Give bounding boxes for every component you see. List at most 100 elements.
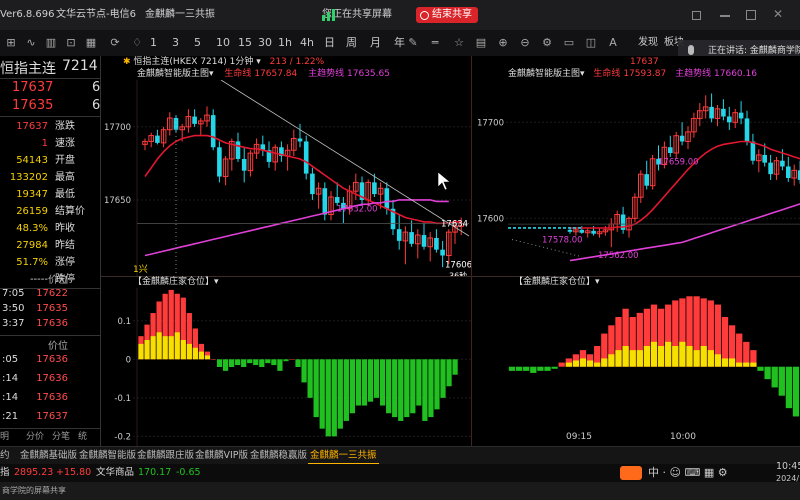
maximize-icon[interactable]: [746, 10, 756, 20]
zoom-out-icon[interactable]: ⊖: [518, 36, 532, 50]
template-tab[interactable]: 金麒麟一三共振: [308, 447, 379, 465]
minimize-icon[interactable]: [720, 15, 730, 17]
line-chart-icon[interactable]: ∿: [24, 36, 38, 50]
ask-price: 17635: [12, 98, 54, 113]
crosshair-icon[interactable]: ⊞: [4, 36, 18, 50]
y-tick-label: 17600: [477, 214, 504, 224]
chart-type-icon[interactable]: ▭: [562, 36, 576, 50]
quote-row: 51.7% 涨停: [0, 254, 100, 271]
position-bar: [537, 366, 544, 371]
detail-tab[interactable]: 统: [78, 429, 87, 445]
period-button-11[interactable]: 年: [394, 36, 405, 50]
text-size-icon[interactable]: A: [606, 36, 620, 50]
horizontal-line-icon[interactable]: ═: [428, 36, 442, 50]
position-bar-core: [601, 358, 608, 367]
position-bar: [515, 366, 523, 371]
position-bar-chart-2[interactable]: [472, 288, 800, 433]
quote-value: 1: [41, 138, 48, 149]
detail-tab[interactable]: 分笔: [52, 429, 70, 445]
candle-body: [155, 135, 160, 143]
bell-icon[interactable]: ♢: [130, 36, 144, 50]
period-button-0[interactable]: 1: [150, 36, 157, 50]
candle-chart-icon[interactable]: ▥: [44, 36, 58, 50]
share-banner-text: 商学院的屏幕共享: [2, 486, 66, 495]
position-bar-core: [572, 360, 580, 367]
period-button-2[interactable]: 5: [194, 36, 201, 50]
detail-tab[interactable]: 分价: [26, 429, 44, 445]
ime-icon[interactable]: [620, 466, 642, 480]
tick-price: 17636: [36, 318, 68, 329]
tick-time: :14: [2, 392, 19, 403]
position-bar-core: [650, 341, 658, 367]
drawing-tool-icon[interactable]: ✎: [406, 36, 420, 50]
template-tab[interactable]: 金麒麟稳赢版: [250, 447, 307, 465]
position-bar-core: [622, 346, 629, 367]
price-label: 17634: [441, 219, 468, 229]
period-button-6[interactable]: 1h: [278, 36, 292, 50]
candle-body: [727, 116, 732, 123]
position-bar: [325, 359, 331, 437]
period-button-10[interactable]: 月: [370, 36, 381, 50]
fit-icon[interactable]: ⊕: [496, 36, 510, 50]
candle-body: [709, 106, 714, 119]
power-icon: [420, 10, 429, 20]
position-bar-core: [156, 332, 162, 360]
candle-body: [396, 229, 402, 241]
period-button-1[interactable]: 3: [172, 36, 179, 50]
bid-price: 17637: [12, 80, 54, 95]
period-button-7[interactable]: 4h: [300, 36, 314, 50]
position-bar-core: [693, 350, 700, 367]
candlestick-chart-1[interactable]: 1770017650176341760636秒17632.00: [101, 80, 471, 276]
period-button-4[interactable]: 15: [238, 36, 252, 50]
period-button-9[interactable]: 周: [346, 36, 357, 50]
position-bar-core: [672, 346, 679, 367]
quote-label: 昨结: [55, 240, 75, 251]
sync-icon[interactable]: ⟳: [108, 36, 122, 50]
quote-value: 48.3%: [16, 223, 48, 234]
end-share-button[interactable]: 结束共享: [416, 7, 478, 23]
period-button-5[interactable]: 30: [258, 36, 272, 50]
template-tab[interactable]: 约: [0, 447, 10, 465]
y-tick-label: 17700: [477, 118, 504, 128]
template-tab[interactable]: 金麒麟跟庄版: [137, 447, 194, 465]
candlestick-chart-2[interactable]: 17700 17600 17659.00 17578.00 17562.00: [472, 80, 800, 276]
candle-body: [334, 197, 340, 203]
restore-window-icon[interactable]: [692, 11, 701, 20]
position-bar: [253, 359, 259, 366]
price-header: 价位: [48, 275, 68, 286]
quote-row: 1 速涨: [0, 135, 100, 152]
position-bar: [313, 359, 319, 418]
grid-icon[interactable]: ▦: [84, 36, 98, 50]
position-bar: [386, 359, 392, 414]
quote-panel: 恒指主连 7214 17637 6 17635 6 17637 涨跌 1 速涨 5414…: [0, 56, 101, 446]
expand-icon[interactable]: ◫: [584, 36, 598, 50]
ask-volume: 6: [92, 98, 101, 113]
quote-label: 开盘: [55, 155, 75, 166]
detail-tab[interactable]: 明: [0, 429, 9, 445]
settings-icon[interactable]: ⚙: [540, 36, 554, 50]
window-tab-title[interactable]: 金麒麟一三共振: [145, 0, 215, 30]
period-button-3[interactable]: 10: [216, 36, 230, 50]
chart-panel-right[interactable]: 金麒麟智能版主图▾ 生命线 17593.87 主趋势线 17660.16 176…: [472, 56, 800, 446]
candle-body: [297, 138, 303, 142]
discover-link[interactable]: 发现: [638, 36, 658, 50]
chart-panel-1m[interactable]: ✱ 恒指主连(HKEX 7214) 1分钟 ▾ 213 / 1.22% 金麒麟智…: [101, 56, 472, 446]
template-tab[interactable]: 金麒麟基础版: [20, 447, 77, 465]
position-bar-chart-1[interactable]: 0.1 0 -0.1 -0.2: [101, 288, 471, 446]
template-tab[interactable]: 金麒麟智能版: [79, 447, 136, 465]
tick-time: :21: [2, 411, 19, 422]
layout-icon[interactable]: ⊡: [64, 36, 78, 50]
quote-row: 133202 最高: [0, 169, 100, 186]
tick-row: :14 17636: [0, 389, 100, 406]
position-bar: [367, 359, 374, 402]
star-icon[interactable]: ☆: [452, 36, 466, 50]
position-bar-core: [162, 336, 168, 360]
template-tab[interactable]: 金麒麟VIP版: [195, 447, 248, 465]
chart-change: 213 / 1.22%: [269, 57, 325, 67]
price-header: 价位: [48, 341, 68, 352]
calendar-icon[interactable]: ▤: [474, 36, 488, 50]
commodity-index-price: 170.17: [138, 467, 172, 478]
close-icon[interactable]: ✕: [773, 6, 783, 22]
tray-icons[interactable]: 中 · ☺ ⌨ ▦ ⚙: [648, 464, 728, 482]
period-button-8[interactable]: 日: [324, 36, 335, 50]
